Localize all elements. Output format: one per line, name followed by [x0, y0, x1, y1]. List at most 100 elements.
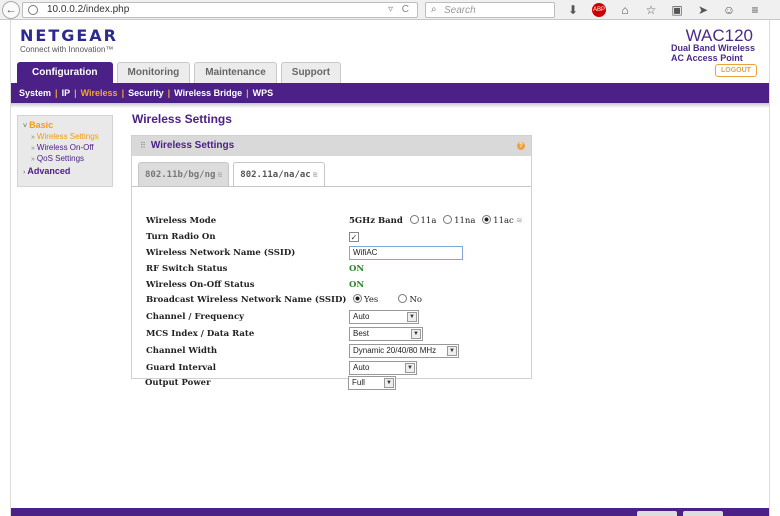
- bullet-icon: »: [31, 134, 35, 141]
- download-icon[interactable]: ⬇: [566, 2, 580, 18]
- home-icon[interactable]: ⌂: [618, 2, 632, 18]
- broadcast-ssid-value: Yes No: [349, 294, 422, 310]
- subnav-separator: |: [246, 88, 249, 98]
- subnav-wps[interactable]: WPS: [253, 88, 274, 98]
- mcs-select[interactable]: Best ▼: [349, 327, 423, 341]
- subnav-wireless-bridge[interactable]: Wireless Bridge: [174, 88, 242, 98]
- tab-configuration[interactable]: Configuration: [17, 62, 113, 84]
- bookmark-star-icon[interactable]: ☆: [644, 2, 658, 18]
- sidebar-item-wireless-on-off[interactable]: » Wireless On-Off: [31, 143, 107, 152]
- guard-interval-select[interactable]: Auto ▼: [349, 361, 417, 375]
- product-desc-line1: Dual Band Wireless: [671, 43, 755, 53]
- radio-broadcast-yes[interactable]: [353, 294, 362, 303]
- ssid-input[interactable]: WifiAC: [349, 246, 463, 260]
- radio-11ac-label: 11ac: [493, 216, 514, 226]
- menu-icon[interactable]: ≡: [748, 2, 762, 18]
- browser-toolbar: ← 10.0.0.2/index.php ▿ C ⌕ Search ⬇ ABP …: [0, 0, 780, 20]
- netgear-logo: NETGEAR: [20, 26, 118, 45]
- sidebar-item-wireless-settings[interactable]: » Wireless Settings: [31, 132, 107, 141]
- tab-band-24ghz[interactable]: 802.11b/bg/ng ≋: [138, 162, 230, 186]
- onoff-status-label: Wireless On-Off Status: [146, 280, 255, 290]
- tab-monitoring[interactable]: Monitoring: [116, 62, 191, 83]
- subnav-ip[interactable]: IP: [62, 88, 71, 98]
- cancel-button[interactable]: [683, 511, 723, 516]
- turn-radio-on-checkbox[interactable]: ✓: [349, 232, 359, 242]
- sub-navigation: System | IP | Wireless | Security | Wireless Bri…: [11, 83, 769, 103]
- back-arrow-icon[interactable]: ←: [2, 1, 20, 19]
- subnav-separator: |: [74, 88, 77, 98]
- send-icon[interactable]: ➤: [696, 2, 710, 18]
- router-admin-page: NETGEAR Connect with Innovation™ WAC120 …: [10, 20, 770, 516]
- library-icon[interactable]: ▣: [670, 2, 684, 18]
- mcs-label: MCS Index / Data Rate: [146, 329, 255, 339]
- output-power-label: Output Power: [145, 378, 211, 388]
- chevron-down-icon: ▼: [411, 329, 421, 339]
- wireless-mode-label: Wireless Mode: [146, 216, 217, 226]
- url-text: 10.0.0.2/index.php: [47, 4, 130, 15]
- product-desc-line2: AC Access Point: [671, 53, 743, 63]
- bullet-icon: »: [31, 156, 35, 163]
- row-mcs: MCS Index / Data Rate Best ▼: [146, 327, 526, 343]
- output-power-select-value: Full: [352, 378, 365, 387]
- tab-maintenance[interactable]: Maintenance: [194, 62, 277, 83]
- adblock-icon[interactable]: ABP: [592, 3, 606, 17]
- tab-band-5ghz[interactable]: 802.11a/na/ac ≋: [233, 162, 325, 186]
- sidebar-item-label: Wireless On-Off: [36, 143, 94, 152]
- url-bar[interactable]: 10.0.0.2/index.php ▿ C: [22, 2, 418, 18]
- sidebar-item-label: QoS Settings: [36, 154, 85, 163]
- channel-width-select[interactable]: Dynamic 20/40/80 MHz ▼: [349, 344, 459, 358]
- channel-value: Auto ▼: [349, 310, 419, 326]
- sidebar-basic[interactable]: ˅ Basic: [23, 120, 107, 130]
- band-tab-label: 802.11b/bg/ng: [145, 170, 216, 180]
- tagline: Connect with Innovation™: [20, 45, 114, 54]
- channel-select[interactable]: Auto ▼: [349, 310, 419, 324]
- chevron-down-icon: ▼: [405, 363, 415, 373]
- band-tab-label: 802.11a/na/ac: [240, 170, 311, 180]
- browser-search-input[interactable]: ⌕ Search: [425, 2, 555, 18]
- apply-button[interactable]: [637, 511, 677, 516]
- output-power-select[interactable]: Full ▼: [348, 376, 396, 390]
- reload-icon[interactable]: ▿ C: [388, 4, 412, 15]
- radio-broadcast-no[interactable]: [398, 294, 408, 303]
- guard-interval-select-value: Auto: [353, 363, 370, 372]
- broadcast-ssid-label: Broadcast Wireless Network Name (SSID): [146, 295, 347, 305]
- row-broadcast-ssid: Broadcast Wireless Network Name (SSID) Y…: [146, 293, 526, 309]
- ssid-label: Wireless Network Name (SSID): [146, 248, 296, 258]
- caret-down-icon: ˅: [23, 123, 28, 130]
- guard-interval-label: Guard Interval: [146, 363, 216, 373]
- bullet-icon: »: [31, 145, 35, 152]
- sidebar-basic-label: Basic: [29, 120, 54, 130]
- channel-select-value: Auto: [353, 312, 370, 321]
- subnav-separator: |: [167, 88, 171, 98]
- turn-radio-on-label: Turn Radio On: [146, 232, 216, 242]
- row-onoff-status: Wireless On-Off Status ON: [146, 278, 526, 294]
- radio-11ac[interactable]: [482, 215, 492, 224]
- mcs-select-value: Best: [353, 329, 370, 338]
- sidebar-item-label: Wireless Settings: [36, 132, 99, 141]
- search-icon: ⌕: [431, 4, 437, 15]
- row-output-power: Output Power Full ▼: [145, 376, 525, 392]
- tab-support[interactable]: Support: [280, 62, 342, 83]
- wifi-icon: ≋: [312, 170, 318, 179]
- sidebar-advanced[interactable]: › Advanced: [23, 166, 107, 176]
- subnav-security[interactable]: Security: [128, 88, 164, 98]
- subnav-separator: |: [55, 88, 58, 98]
- logout-button[interactable]: LOGOUT: [715, 64, 757, 77]
- header-divider: [11, 103, 769, 108]
- radio-11na-label: 11na: [454, 216, 476, 226]
- radio-11a[interactable]: [409, 215, 419, 224]
- output-power-value: Full ▼: [348, 376, 396, 392]
- subnav-separator: |: [121, 88, 125, 98]
- radio-11na[interactable]: [443, 215, 453, 224]
- help-icon[interactable]: ?: [517, 142, 525, 150]
- radio-11a-label: 11a: [420, 216, 437, 226]
- subnav-system[interactable]: System: [19, 88, 51, 98]
- band-tabs: 802.11b/bg/ng ≋ 802.11a/na/ac ≋: [138, 162, 325, 186]
- tab-divider: [132, 186, 531, 187]
- subnav-wireless[interactable]: Wireless: [81, 88, 118, 98]
- chat-icon[interactable]: ☺: [722, 2, 736, 18]
- product-description: Dual Band Wireless AC Access Point: [671, 43, 755, 63]
- sidebar-item-qos-settings[interactable]: » QoS Settings: [31, 154, 107, 163]
- channel-width-select-value: Dynamic 20/40/80 MHz: [353, 346, 437, 355]
- wireless-settings-panel: ⠿ Wireless Settings ? 802.11b/bg/ng ≋ 802.…: [131, 135, 532, 379]
